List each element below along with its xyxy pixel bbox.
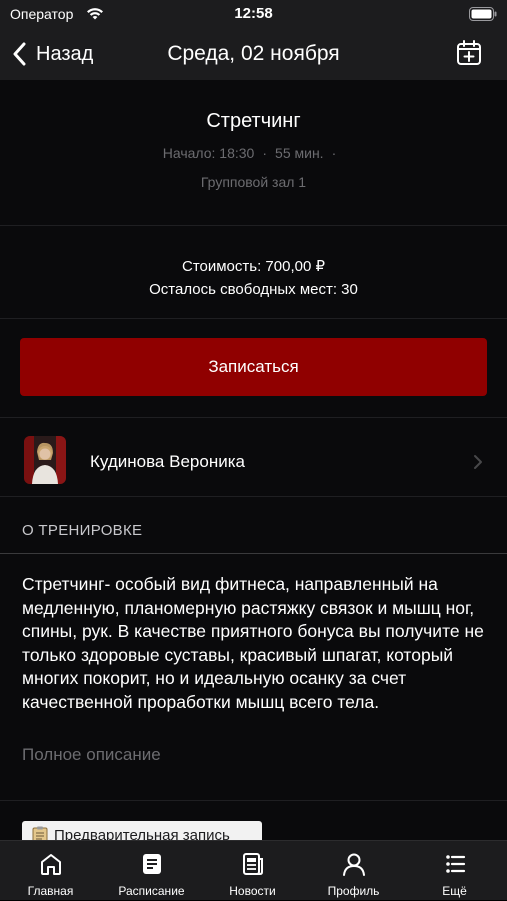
status-time: 12:58 xyxy=(234,5,273,22)
tab-profile[interactable]: Профиль xyxy=(303,841,404,901)
tab-news[interactable]: Новости xyxy=(202,841,303,901)
trainer-name: Кудинова Вероника xyxy=(90,452,245,471)
schedule-icon xyxy=(142,854,161,874)
signup-section: Записаться xyxy=(0,319,507,418)
status-bar: Оператор 12:58 xyxy=(0,0,507,30)
price-label: Стоимость: 700,00 ₽ xyxy=(181,258,326,275)
class-meta: Начало: 18:30 · 55 мин. · xyxy=(0,145,507,161)
trainer-row[interactable]: Кудинова Вероника xyxy=(0,418,507,497)
about-section-header: О ТРЕНИРОВКЕ xyxy=(22,522,143,539)
signup-button[interactable]: Записаться xyxy=(20,338,487,396)
calendar-add-icon[interactable] xyxy=(455,39,483,67)
duration: 55 мин. xyxy=(275,145,324,161)
navigation-bar: Назад Среда, 02 ноября xyxy=(0,30,507,80)
class-title: Стретчинг xyxy=(206,110,301,132)
tab-bar: Главная Расписание Новости Профиль Ещё xyxy=(0,840,507,900)
page-title: Среда, 02 ноября xyxy=(167,42,340,65)
avatar xyxy=(24,436,66,484)
profile-icon xyxy=(342,853,365,876)
divider xyxy=(0,800,507,801)
tab-label: Главная xyxy=(27,884,74,898)
tab-label: Расписание xyxy=(118,884,185,898)
class-description: Стретчинг- особый вид фитнеса, направлен… xyxy=(22,574,484,712)
room-name: Групповой зал 1 xyxy=(200,174,307,190)
tab-home[interactable]: Главная xyxy=(0,841,101,901)
class-header: Стретчинг Начало: 18:30 · 55 мин. · Группов… xyxy=(0,80,507,226)
meta-separator: · xyxy=(262,145,268,161)
news-icon xyxy=(242,853,263,875)
chevron-right-icon xyxy=(474,455,482,469)
divider xyxy=(0,553,507,554)
start-time: Начало: 18:30 xyxy=(162,145,255,161)
full-description-link[interactable]: Полное описание xyxy=(22,745,161,765)
class-details: Стретчинг Начало: 18:30 · 55 мин. · Группов… xyxy=(0,80,507,849)
free-seats-label: Осталось свободных мест: 30 xyxy=(149,281,358,298)
tab-more[interactable]: Ещё xyxy=(404,841,505,901)
tab-schedule[interactable]: Расписание xyxy=(101,841,202,901)
tab-label: Профиль xyxy=(327,884,380,898)
meta-separator: · xyxy=(331,145,337,161)
battery-icon xyxy=(469,7,497,21)
more-icon xyxy=(445,855,465,873)
tab-label: Ещё xyxy=(442,884,467,898)
tab-label: Новости xyxy=(229,884,276,898)
price-block: Стоимость: 700,00 ₽ Осталось свободных м… xyxy=(0,226,507,319)
home-icon xyxy=(40,854,61,875)
